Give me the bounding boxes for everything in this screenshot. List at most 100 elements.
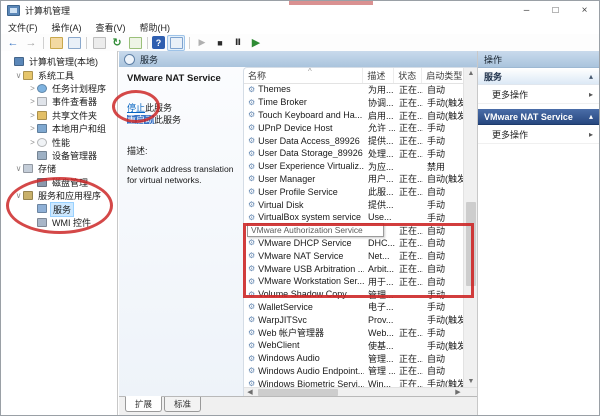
- service-name-cell: ⚙ VMware USB Arbitration ...: [244, 264, 364, 274]
- chevron-right-icon[interactable]: >: [28, 111, 37, 120]
- action-section-header[interactable]: VMware NAT Service ▴: [478, 109, 599, 125]
- service-row[interactable]: ⚙ VMware USB Arbitration ... Arbit... 正在...…: [244, 262, 464, 275]
- actions-panel-title: 操作: [478, 51, 599, 68]
- service-name-cell: ⚙ Windows Audio Endpoint...: [244, 366, 364, 376]
- service-row[interactable]: ⚙User Manager 用户... 正在... 自动(触发...: [244, 173, 464, 186]
- service-row[interactable]: ⚙ User Data Access_89926 提供... 正在... 手动: [244, 134, 464, 147]
- back-arrow-icon[interactable]: ←: [5, 36, 21, 50]
- service-row[interactable]: ⚙ Volume Shadow Copy 管理... 手动: [244, 288, 464, 301]
- service-row[interactable]: ⚙ User Profile Service 此服... 正在... 自动: [244, 185, 464, 198]
- column-header-status[interactable]: 状态: [394, 68, 423, 83]
- maximize-button[interactable]: □: [541, 1, 570, 20]
- services-and-applications-icon: [23, 191, 33, 201]
- show-window-icon[interactable]: [167, 34, 185, 51]
- tree-item-storage[interactable]: ∨ 存储: [1, 162, 117, 175]
- tab-standard[interactable]: 标准: [164, 397, 202, 412]
- service-row[interactable]: ⚙ Themes 为用... 正在... 自动: [244, 83, 464, 96]
- tree-item-disk-management[interactable]: 磁盘管理: [1, 176, 117, 189]
- more-actions-label: 更多操作: [492, 129, 529, 140]
- snap-in-icon[interactable]: [91, 36, 107, 50]
- vertical-scrollbar[interactable]: ▲ ▼: [463, 68, 478, 388]
- tree-item-event-viewer[interactable]: > 事件查看器: [1, 95, 117, 108]
- service-status-cell: 正在...: [399, 353, 423, 364]
- chevron-right-icon[interactable]: >: [28, 84, 37, 93]
- service-status-cell: 正在...: [399, 328, 423, 339]
- service-row[interactable]: ⚙ Windows Audio Endpoint... 管理 ... 正在... 自动: [244, 365, 464, 378]
- close-button[interactable]: ×: [570, 1, 599, 20]
- tree-item-wmi-control[interactable]: WMI 控件: [1, 216, 117, 229]
- service-row[interactable]: ⚙WebClient 使基... 手动(触发...: [244, 339, 464, 352]
- chevron-down-icon[interactable]: ∨: [14, 191, 23, 200]
- service-name-cell: ⚙ Time Broker: [244, 97, 364, 107]
- tree-item-task-scheduler[interactable]: > 任务计划程序: [1, 82, 117, 95]
- pause-service-icon[interactable]: Ⅱ: [230, 36, 246, 50]
- service-row[interactable]: ⚙ User Data Storage_89926 处理... 正在... 手动: [244, 147, 464, 160]
- minimize-button[interactable]: –: [512, 1, 541, 20]
- service-row[interactable]: ⚙ VMware DHCP Service DHC... 正在... 自动: [244, 237, 464, 250]
- menu-view[interactable]: 查看(V): [89, 21, 133, 34]
- service-gear-icon: ⚙: [248, 353, 256, 363]
- chevron-right-icon[interactable]: >: [28, 124, 37, 133]
- help-icon[interactable]: ?: [152, 36, 165, 49]
- tree-item-performance[interactable]: > 性能: [1, 135, 117, 148]
- tree-item-shared-folders[interactable]: > 共享文件夹: [1, 109, 117, 122]
- service-row[interactable]: ⚙ Virtual Disk 提供... 手动: [244, 198, 464, 211]
- service-name-cell: ⚙ Touch Keyboard and Ha...: [244, 110, 364, 120]
- menu-help[interactable]: 帮助(H): [133, 21, 178, 34]
- service-name-cell: ⚙ WebClient: [244, 340, 364, 350]
- refresh-icon[interactable]: ↻: [109, 36, 125, 50]
- tree-item-local-users-groups[interactable]: > 本地用户和组: [1, 122, 117, 135]
- service-row[interactable]: ⚙Touch Keyboard and Ha... 启用... 正在... 自动(触发…: [244, 109, 464, 122]
- start-service-icon[interactable]: ▶: [194, 36, 210, 50]
- wmi-control-icon: [37, 217, 47, 227]
- service-row[interactable]: ⚙ VirtualBox system service Use... 手动: [244, 211, 464, 224]
- service-name-tooltip: VMware Authorization Service: [247, 223, 384, 237]
- chevron-down-icon[interactable]: ∨: [14, 164, 23, 173]
- tree-item-services-and-applications[interactable]: ∨ 服务和应用程序: [1, 189, 117, 202]
- column-header-name[interactable]: 名称 ^: [244, 68, 364, 83]
- action-section-header[interactable]: 服务 ▴: [478, 69, 599, 85]
- vertical-scroll-thumb[interactable]: [466, 202, 476, 286]
- chevron-right-icon[interactable]: >: [28, 138, 37, 147]
- service-row[interactable]: ⚙ VMware Workstation Ser... 用于... 正在... 自动: [244, 275, 464, 288]
- stop-service-link[interactable]: 停止: [127, 103, 145, 113]
- service-name: Volume Shadow Copy: [258, 289, 347, 300]
- tree-item-services[interactable]: 服务: [1, 201, 117, 217]
- restart-service-link[interactable]: 重启动: [127, 115, 155, 125]
- service-name: Web 帐户管理器: [258, 328, 325, 339]
- tree-item-computer-management-local[interactable]: 计算机管理(本地): [1, 55, 117, 68]
- selected-service-name: VMware NAT Service: [127, 73, 221, 84]
- collapse-caret-icon[interactable]: ▴: [589, 72, 593, 81]
- export-list-icon[interactable]: [127, 36, 143, 50]
- tree-item-system-tools[interactable]: ∨ 系统工具: [1, 68, 117, 81]
- stop-service-icon[interactable]: ■: [212, 36, 228, 50]
- menu-file[interactable]: 文件(F): [1, 21, 45, 34]
- horizontal-scroll-thumb[interactable]: [258, 389, 338, 396]
- more-actions-item[interactable]: 更多操作 ▸: [478, 125, 599, 144]
- forward-arrow-icon[interactable]: →: [23, 36, 39, 50]
- extended-info-pane: VMware NAT Service 停止此服务 重启动此服务 描述: Netw…: [119, 67, 243, 397]
- more-actions-item[interactable]: 更多操作 ▸: [478, 85, 599, 104]
- service-row[interactable]: ⚙WarpJITSvc Prov... 手动(触发...: [244, 313, 464, 326]
- scroll-up-icon[interactable]: ▲: [464, 68, 478, 80]
- service-row[interactable]: ⚙ WalletService 电子... 手动: [244, 301, 464, 314]
- service-row[interactable]: ⚙ UPnP Device Host 允许 ... 正在... 手动: [244, 121, 464, 134]
- chevron-right-icon[interactable]: >: [28, 97, 37, 106]
- service-row[interactable]: ⚙ VMware NAT Service Net... 正在... 自动: [244, 249, 464, 262]
- open-folder-icon[interactable]: [48, 36, 64, 50]
- service-row[interactable]: ⚙ User Experience Virtualiz... 为应... 禁用: [244, 160, 464, 173]
- collapse-caret-icon[interactable]: ▴: [589, 112, 593, 121]
- service-description-cell: Web...: [368, 327, 394, 338]
- tree-item-device-manager[interactable]: 设备管理器: [1, 149, 117, 162]
- menu-action[interactable]: 操作(A): [45, 21, 89, 34]
- tab-extended[interactable]: 扩展: [125, 396, 163, 412]
- service-startup-type-cell: 自动: [427, 353, 446, 364]
- column-header-startup-type[interactable]: 启动类型: [422, 68, 464, 83]
- service-row[interactable]: ⚙ Web 帐户管理器 Web... 正在... 手动: [244, 326, 464, 339]
- service-row[interactable]: ⚙Time Broker 协调... 正在... 手动(触发...: [244, 96, 464, 109]
- restart-service-icon[interactable]: ▶: [248, 36, 264, 50]
- column-header-description[interactable]: 描述: [363, 68, 395, 83]
- chevron-down-icon[interactable]: ∨: [14, 71, 23, 80]
- console-window-icon[interactable]: [66, 36, 82, 50]
- service-row[interactable]: ⚙ Windows Audio 管理... 正在... 自动: [244, 352, 464, 365]
